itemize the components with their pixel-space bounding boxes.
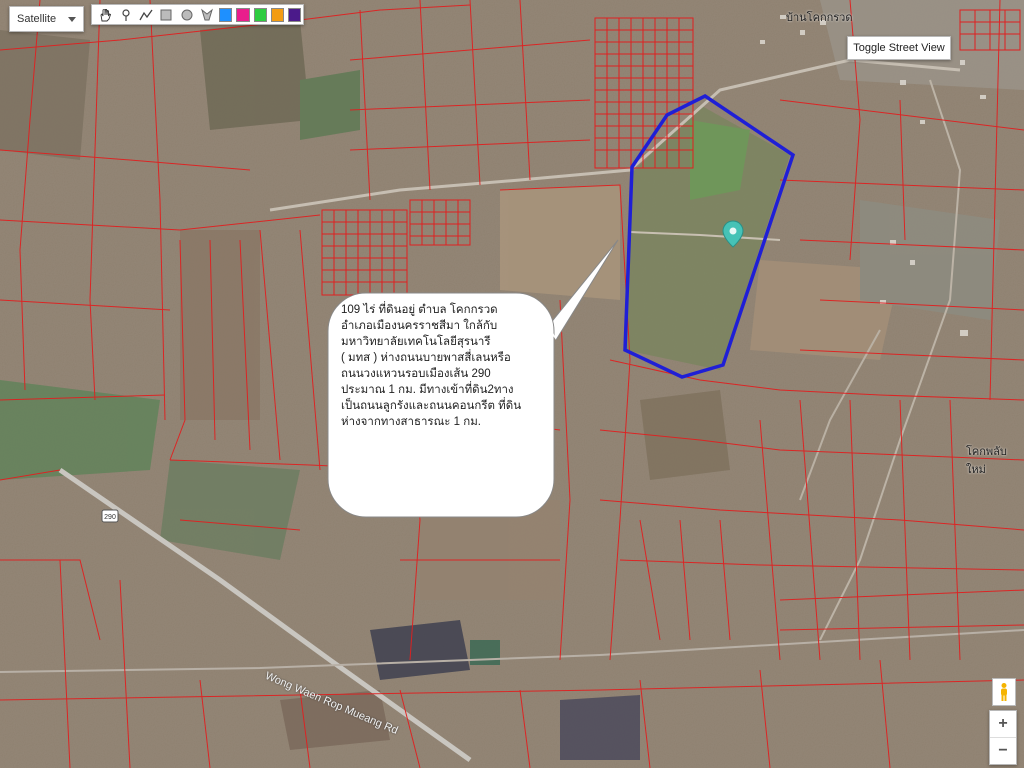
color-swatch-orange[interactable] (270, 7, 284, 22)
color-swatch-magenta[interactable] (236, 7, 250, 22)
route-shield-icon: 290 (101, 509, 119, 523)
polyline-icon[interactable] (136, 5, 156, 25)
drawing-toolbar (91, 4, 304, 25)
toggle-street-view-button[interactable]: Toggle Street View (847, 36, 951, 60)
annotation-text: 109 ไร่ ที่ดินอยู่ ตำบล โคกกรวด อำเภอเมื… (341, 302, 541, 430)
route-shield-label: 290 (104, 514, 116, 521)
place-label: โคกพลับใหม่ (966, 446, 1007, 476)
hand-icon[interactable] (95, 5, 115, 25)
zoom-out-button[interactable]: − (990, 738, 1016, 764)
color-swatch-green[interactable] (253, 7, 267, 22)
annotation-line: อำเภอเมืองนครราชสีมา ใกล้กับ (341, 320, 498, 332)
map-type-select[interactable]: Satellite (9, 6, 84, 32)
zoom-in-button[interactable]: + (990, 711, 1016, 737)
annotation-line: 109 ไร่ ที่ดินอยู่ ตำบล โคกกรวด (341, 304, 498, 316)
place-label: บ้านโคกกรวด (786, 12, 853, 24)
annotation-line: ประมาณ 1 กม. มีทางเข้าที่ดิน2ทาง (341, 384, 514, 396)
polygon-icon[interactable] (197, 5, 217, 25)
pegman-icon[interactable] (992, 678, 1016, 706)
color-swatch-purple[interactable] (287, 7, 301, 22)
annotation-line: ( มทส ) ห่างถนนบายพาสสี่เลนหรือ (341, 352, 511, 364)
annotation-line: เป็นถนนลูกรังและถนนคอนกรีต ที่ดิน (341, 400, 522, 412)
marker-icon[interactable] (115, 5, 135, 25)
map-type-label: Satellite (17, 13, 57, 25)
annotation-line: ถนนวงแหวนรอบเมืองเส้น 290 (341, 368, 491, 380)
annotation-line: มหาวิทยาลัยเทคโนโลยีสุรนารี (341, 336, 491, 348)
zoom-control: + − (989, 710, 1017, 765)
chevron-down-icon (68, 17, 76, 22)
annotation-line: ห่างจากทางสาธารณะ 1 กม. (341, 416, 481, 428)
rectangle-icon[interactable] (156, 5, 176, 25)
circle-icon[interactable] (177, 5, 197, 25)
color-swatch-blue[interactable] (219, 7, 233, 22)
